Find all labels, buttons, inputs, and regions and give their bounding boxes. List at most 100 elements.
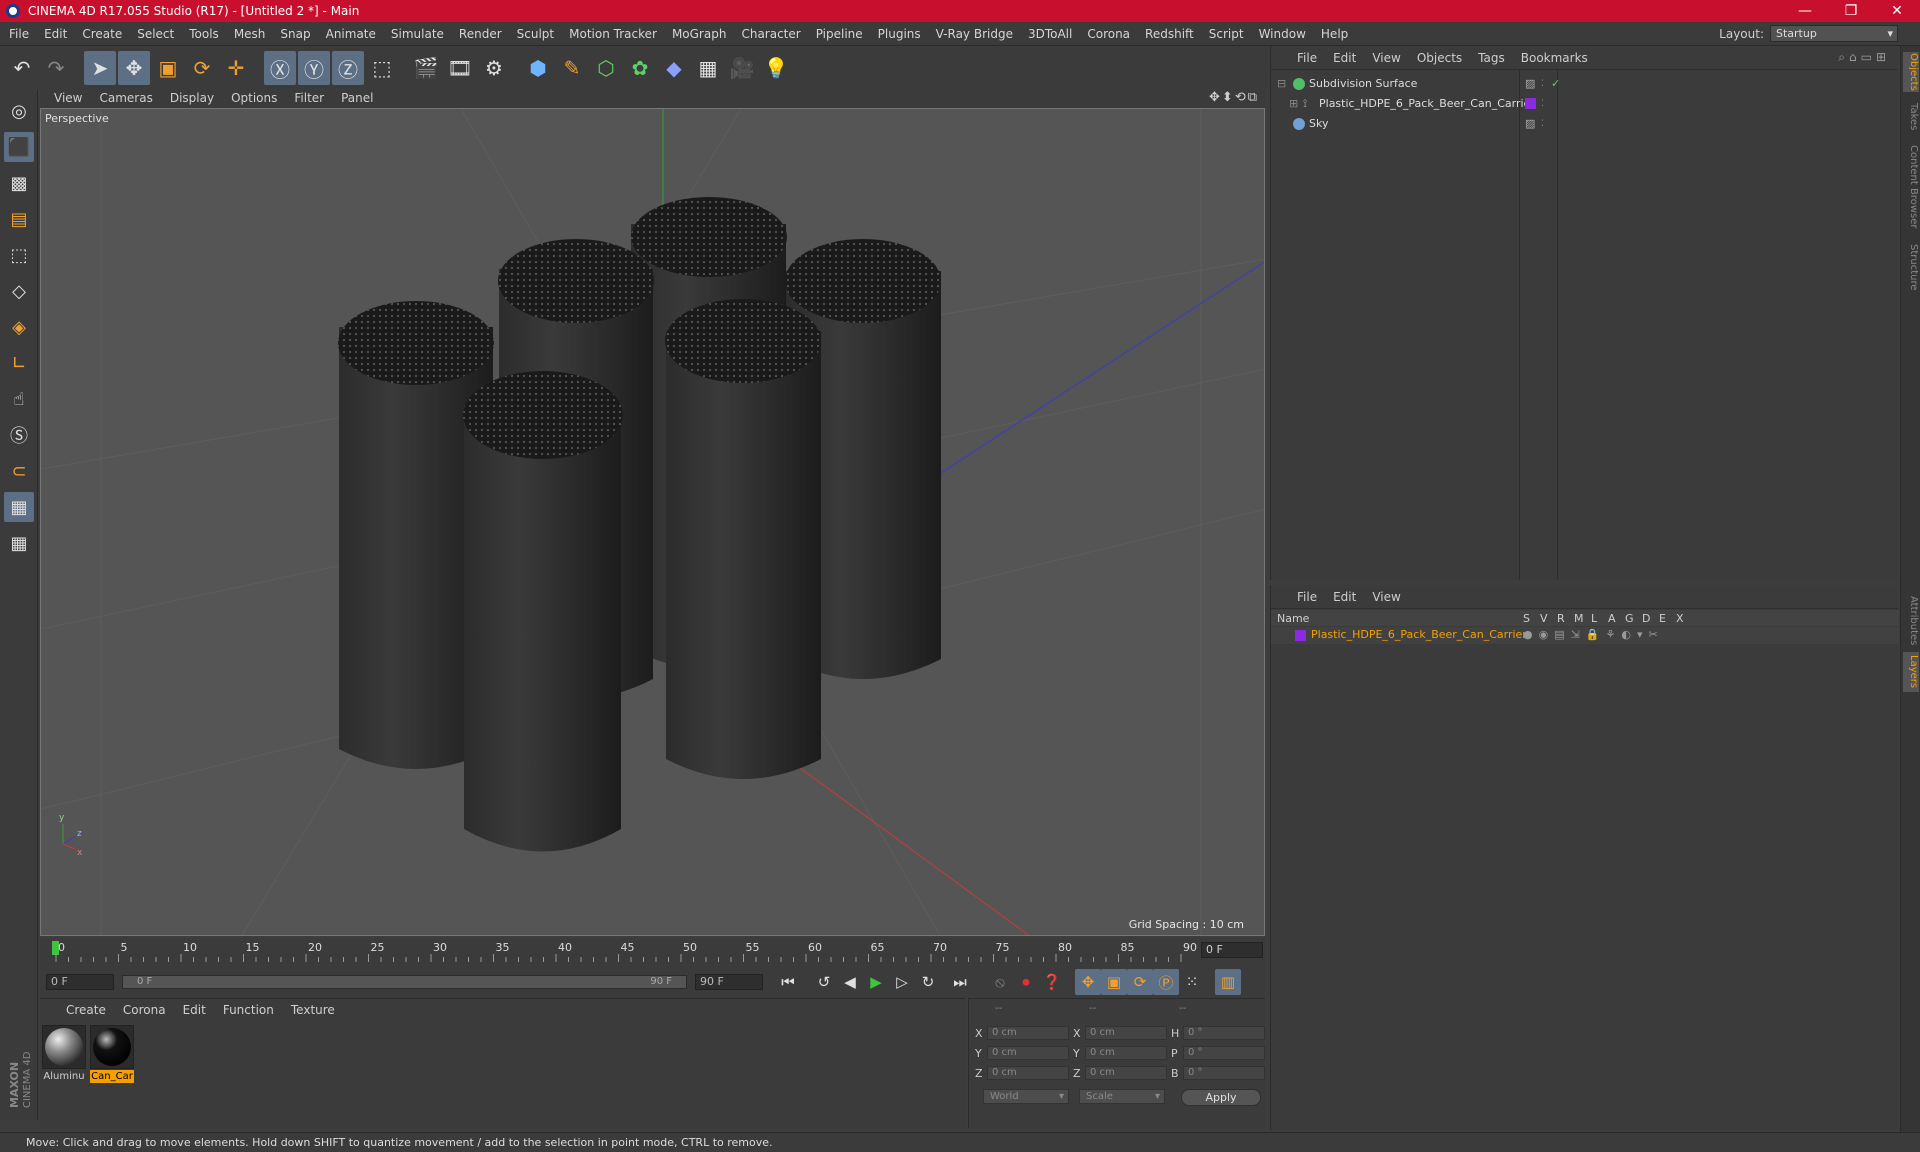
coordinate-system-icon[interactable]: ⬚ — [366, 51, 398, 85]
menu-mesh[interactable]: Mesh — [234, 27, 266, 41]
viewport-menu-view[interactable]: View — [54, 91, 82, 105]
model-mode-icon[interactable]: ⬛ — [4, 132, 34, 162]
visibility-dots-icon[interactable]: ⁚ — [1541, 119, 1544, 129]
key-parameter-icon[interactable]: Ⓟ — [1153, 969, 1179, 995]
edges-mode-icon[interactable]: ◇ — [4, 276, 34, 306]
current-frame-field[interactable]: 0 F — [1201, 942, 1263, 958]
objects-menu-view[interactable]: View — [1372, 51, 1400, 65]
record-keys-icon[interactable]: ⦸ — [987, 969, 1013, 995]
solo-mode-icon[interactable]: Ⓢ — [4, 420, 34, 450]
col-solo[interactable]: S — [1523, 612, 1530, 625]
rotate-tool-icon[interactable]: ⟳ — [186, 51, 218, 85]
select-arrow-icon[interactable]: ➤ — [84, 51, 116, 85]
tree-expand-icon[interactable]: ⊞ — [1289, 97, 1298, 110]
coordinate-space-select[interactable]: World — [983, 1089, 1069, 1104]
col-manager[interactable]: M — [1574, 612, 1584, 625]
viewport-menu-panel[interactable]: Panel — [341, 91, 373, 105]
layer-color-swatch[interactable] — [1525, 98, 1536, 109]
render-view-icon[interactable]: 🎬 — [410, 51, 442, 85]
key-rotation-icon[interactable]: ⟳ — [1127, 969, 1153, 995]
menu-render[interactable]: Render — [459, 27, 502, 41]
menu-script[interactable]: Script — [1209, 27, 1244, 41]
menu-snap[interactable]: Snap — [280, 27, 310, 41]
menu-character[interactable]: Character — [741, 27, 800, 41]
menu-motion-tracker[interactable]: Motion Tracker — [569, 27, 657, 41]
auto-keying-icon[interactable]: ⏺ — [1013, 969, 1039, 995]
subdivision-icon[interactable]: ⬡ — [590, 51, 622, 85]
tab-structure[interactable]: Structure — [1903, 242, 1919, 292]
key-position-icon[interactable]: ✥ — [1075, 969, 1101, 995]
tab-attributes[interactable]: Attributes — [1903, 592, 1919, 650]
keyframe-selection-icon[interactable]: ❓ — [1039, 969, 1065, 995]
step-back-icon[interactable]: ◀ — [837, 969, 863, 995]
previous-key-icon[interactable]: ↺ — [811, 969, 837, 995]
menu-animate[interactable]: Animate — [326, 27, 376, 41]
tweak-mode-icon[interactable]: ☝ — [4, 384, 34, 414]
size-z-field[interactable]: 0 cm — [1085, 1066, 1167, 1080]
tab-layers[interactable]: Layers — [1903, 652, 1919, 692]
rotation-h-field[interactable]: 0 ° — [1183, 1026, 1265, 1040]
apply-button[interactable]: Apply — [1181, 1089, 1261, 1106]
viewport-menu-filter[interactable]: Filter — [294, 91, 324, 105]
enabled-check-icon[interactable]: ✓ — [1551, 77, 1560, 90]
workplane-icon[interactable]: ▤ — [4, 204, 34, 234]
menu-select[interactable]: Select — [137, 27, 174, 41]
col-name[interactable]: Name — [1277, 612, 1309, 625]
light-icon[interactable]: 💡 — [760, 51, 792, 85]
tab-content-browser[interactable]: Content Browser — [1903, 142, 1919, 232]
col-render[interactable]: R — [1557, 612, 1565, 625]
menu-plugins[interactable]: Plugins — [878, 27, 921, 41]
col-expressions[interactable]: E — [1659, 612, 1666, 625]
size-y-field[interactable]: 0 cm — [1085, 1046, 1167, 1060]
layer-row[interactable]: Plastic_HDPE_6_Pack_Beer_Can_Carrier ●◉▤… — [1271, 627, 1899, 644]
tree-collapse-icon[interactable]: ⊟ — [1277, 77, 1286, 90]
close-button[interactable]: ✕ — [1874, 0, 1920, 22]
camera-icon[interactable]: 🎥 — [726, 51, 758, 85]
z-axis-icon[interactable]: Ⓩ — [332, 51, 364, 85]
x-axis-icon[interactable]: Ⓧ — [264, 51, 296, 85]
menu-create[interactable]: Create — [82, 27, 122, 41]
material-menu-create[interactable]: Create — [66, 1003, 106, 1017]
material-swatch-can-carrier[interactable]: Can_Car — [90, 1025, 134, 1083]
minimize-button[interactable]: — — [1782, 0, 1828, 22]
axis-mode-icon[interactable]: ∟ — [4, 348, 34, 378]
start-frame-field[interactable]: 0 F — [46, 974, 114, 990]
position-y-field[interactable]: 0 cm — [987, 1046, 1069, 1060]
cloner-icon[interactable]: ✿ — [624, 51, 656, 85]
layer-name[interactable]: Plastic_HDPE_6_Pack_Beer_Can_Carrier — [1311, 628, 1527, 641]
material-menu-function[interactable]: Function — [223, 1003, 274, 1017]
objects-menu-bookmarks[interactable]: Bookmarks — [1521, 51, 1588, 65]
menu-edit[interactable]: Edit — [44, 27, 67, 41]
floor-icon[interactable]: ▦ — [692, 51, 724, 85]
menu-simulate[interactable]: Simulate — [391, 27, 444, 41]
snap-icon[interactable]: ⊂ — [4, 456, 34, 486]
layers-menu-edit[interactable]: Edit — [1333, 590, 1356, 604]
polygons-mode-icon[interactable]: ◈ — [4, 312, 34, 342]
deformer-icon[interactable]: ◆ — [658, 51, 690, 85]
objects-menu-tags[interactable]: Tags — [1478, 51, 1505, 65]
position-z-field[interactable]: 0 cm — [987, 1066, 1069, 1080]
play-icon[interactable]: ▶ — [863, 969, 889, 995]
render-picture-viewer-icon[interactable]: 🎞 — [444, 51, 476, 85]
layout-select[interactable]: Startup — [1770, 25, 1898, 42]
rotation-b-field[interactable]: 0 ° — [1183, 1066, 1265, 1080]
tab-objects[interactable]: Objects — [1903, 52, 1919, 92]
pen-spline-icon[interactable]: ✎ — [556, 51, 588, 85]
next-key-icon[interactable]: ↻ — [915, 969, 941, 995]
visibility-dots-icon[interactable]: ⁚ — [1541, 79, 1544, 89]
redo-icon[interactable]: ↷ — [40, 51, 72, 85]
viewport-menu-cameras[interactable]: Cameras — [99, 91, 152, 105]
col-view[interactable]: V — [1540, 612, 1548, 625]
layer-color-swatch[interactable] — [1295, 630, 1306, 641]
menu-corona[interactable]: Corona — [1087, 27, 1130, 41]
menu-sculpt[interactable]: Sculpt — [517, 27, 554, 41]
y-axis-icon[interactable]: Ⓨ — [298, 51, 330, 85]
end-frame-field[interactable]: 90 F — [695, 974, 763, 990]
frame-range-slider[interactable]: 0 F 90 F — [122, 975, 687, 989]
menu-window[interactable]: Window — [1259, 27, 1306, 41]
col-deformers[interactable]: D — [1642, 612, 1650, 625]
objects-menu-file[interactable]: File — [1297, 51, 1317, 65]
viewport-menu-options[interactable]: Options — [231, 91, 277, 105]
layers-menu-file[interactable]: File — [1297, 590, 1317, 604]
objects-search-home-icons[interactable]: ⌕⌂▭⊞ — [1838, 50, 1890, 65]
